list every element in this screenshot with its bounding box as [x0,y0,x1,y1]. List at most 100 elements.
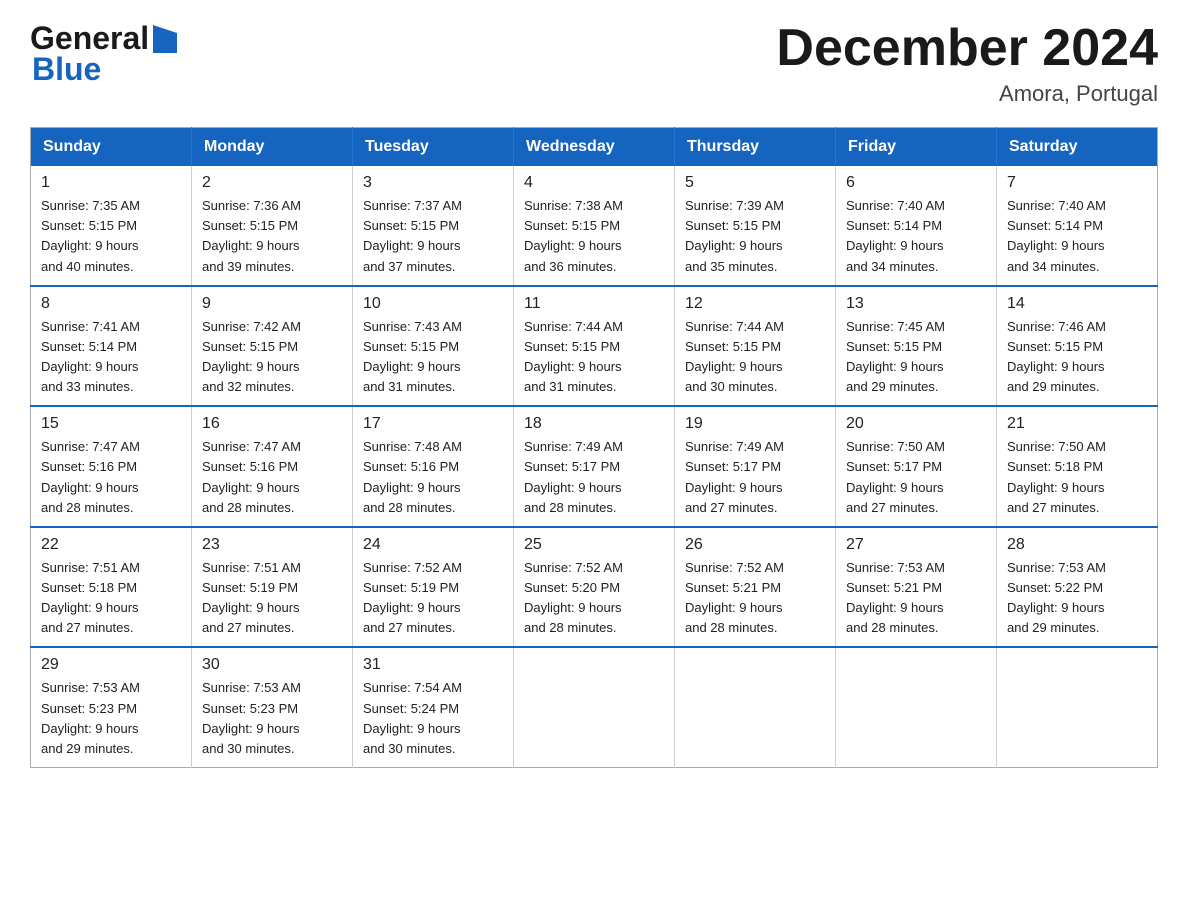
calendar-cell: 7 Sunrise: 7:40 AM Sunset: 5:14 PM Dayli… [997,166,1158,286]
calendar-cell: 5 Sunrise: 7:39 AM Sunset: 5:15 PM Dayli… [675,166,836,286]
calendar-cell: 23 Sunrise: 7:51 AM Sunset: 5:19 PM Dayl… [192,527,353,648]
calendar-cell: 26 Sunrise: 7:52 AM Sunset: 5:21 PM Dayl… [675,527,836,648]
day-number: 24 [363,536,503,554]
week-row-2: 8 Sunrise: 7:41 AM Sunset: 5:14 PM Dayli… [31,286,1158,407]
day-info: Sunrise: 7:51 AM Sunset: 5:18 PM Dayligh… [41,558,181,639]
day-number: 18 [524,415,664,433]
calendar-cell [836,647,997,767]
title-area: December 2024 Amora, Portugal [776,20,1158,107]
calendar-cell: 12 Sunrise: 7:44 AM Sunset: 5:15 PM Dayl… [675,286,836,407]
calendar-cell: 10 Sunrise: 7:43 AM Sunset: 5:15 PM Dayl… [353,286,514,407]
calendar-cell: 20 Sunrise: 7:50 AM Sunset: 5:17 PM Dayl… [836,406,997,527]
day-number: 7 [1007,174,1147,192]
calendar-cell: 17 Sunrise: 7:48 AM Sunset: 5:16 PM Dayl… [353,406,514,527]
day-number: 9 [202,295,342,313]
calendar-cell: 1 Sunrise: 7:35 AM Sunset: 5:15 PM Dayli… [31,166,192,286]
calendar-cell: 18 Sunrise: 7:49 AM Sunset: 5:17 PM Dayl… [514,406,675,527]
calendar-cell: 9 Sunrise: 7:42 AM Sunset: 5:15 PM Dayli… [192,286,353,407]
day-number: 26 [685,536,825,554]
day-number: 13 [846,295,986,313]
day-number: 10 [363,295,503,313]
day-number: 3 [363,174,503,192]
calendar-header-row: Sunday Monday Tuesday Wednesday Thursday… [31,128,1158,167]
day-info: Sunrise: 7:45 AM Sunset: 5:15 PM Dayligh… [846,317,986,398]
calendar-cell: 22 Sunrise: 7:51 AM Sunset: 5:18 PM Dayl… [31,527,192,648]
day-info: Sunrise: 7:44 AM Sunset: 5:15 PM Dayligh… [685,317,825,398]
day-info: Sunrise: 7:40 AM Sunset: 5:14 PM Dayligh… [846,196,986,277]
day-number: 2 [202,174,342,192]
day-number: 4 [524,174,664,192]
week-row-1: 1 Sunrise: 7:35 AM Sunset: 5:15 PM Dayli… [31,166,1158,286]
day-number: 25 [524,536,664,554]
day-info: Sunrise: 7:52 AM Sunset: 5:21 PM Dayligh… [685,558,825,639]
day-number: 12 [685,295,825,313]
day-number: 17 [363,415,503,433]
day-number: 16 [202,415,342,433]
month-title: December 2024 [776,20,1158,77]
day-info: Sunrise: 7:35 AM Sunset: 5:15 PM Dayligh… [41,196,181,277]
day-number: 30 [202,656,342,674]
day-info: Sunrise: 7:53 AM Sunset: 5:21 PM Dayligh… [846,558,986,639]
day-info: Sunrise: 7:46 AM Sunset: 5:15 PM Dayligh… [1007,317,1147,398]
col-thursday: Thursday [675,128,836,167]
calendar-cell: 2 Sunrise: 7:36 AM Sunset: 5:15 PM Dayli… [192,166,353,286]
calendar-cell: 27 Sunrise: 7:53 AM Sunset: 5:21 PM Dayl… [836,527,997,648]
day-info: Sunrise: 7:50 AM Sunset: 5:17 PM Dayligh… [846,437,986,518]
col-sunday: Sunday [31,128,192,167]
calendar-cell: 4 Sunrise: 7:38 AM Sunset: 5:15 PM Dayli… [514,166,675,286]
day-info: Sunrise: 7:50 AM Sunset: 5:18 PM Dayligh… [1007,437,1147,518]
col-monday: Monday [192,128,353,167]
page-header: General Blue December 2024 Amora, Portug… [30,20,1158,107]
day-number: 19 [685,415,825,433]
day-info: Sunrise: 7:49 AM Sunset: 5:17 PM Dayligh… [685,437,825,518]
day-number: 1 [41,174,181,192]
col-friday: Friday [836,128,997,167]
day-number: 5 [685,174,825,192]
day-info: Sunrise: 7:38 AM Sunset: 5:15 PM Dayligh… [524,196,664,277]
day-info: Sunrise: 7:53 AM Sunset: 5:23 PM Dayligh… [202,678,342,759]
calendar-cell: 28 Sunrise: 7:53 AM Sunset: 5:22 PM Dayl… [997,527,1158,648]
calendar-cell: 8 Sunrise: 7:41 AM Sunset: 5:14 PM Dayli… [31,286,192,407]
calendar-cell: 15 Sunrise: 7:47 AM Sunset: 5:16 PM Dayl… [31,406,192,527]
day-info: Sunrise: 7:39 AM Sunset: 5:15 PM Dayligh… [685,196,825,277]
calendar-cell: 25 Sunrise: 7:52 AM Sunset: 5:20 PM Dayl… [514,527,675,648]
calendar-cell: 31 Sunrise: 7:54 AM Sunset: 5:24 PM Dayl… [353,647,514,767]
day-info: Sunrise: 7:43 AM Sunset: 5:15 PM Dayligh… [363,317,503,398]
calendar-cell: 13 Sunrise: 7:45 AM Sunset: 5:15 PM Dayl… [836,286,997,407]
calendar-cell: 29 Sunrise: 7:53 AM Sunset: 5:23 PM Dayl… [31,647,192,767]
day-number: 31 [363,656,503,674]
day-info: Sunrise: 7:52 AM Sunset: 5:20 PM Dayligh… [524,558,664,639]
day-info: Sunrise: 7:47 AM Sunset: 5:16 PM Dayligh… [202,437,342,518]
day-number: 22 [41,536,181,554]
col-tuesday: Tuesday [353,128,514,167]
day-info: Sunrise: 7:53 AM Sunset: 5:23 PM Dayligh… [41,678,181,759]
week-row-4: 22 Sunrise: 7:51 AM Sunset: 5:18 PM Dayl… [31,527,1158,648]
day-number: 21 [1007,415,1147,433]
day-number: 23 [202,536,342,554]
day-info: Sunrise: 7:51 AM Sunset: 5:19 PM Dayligh… [202,558,342,639]
week-row-3: 15 Sunrise: 7:47 AM Sunset: 5:16 PM Dayl… [31,406,1158,527]
day-number: 28 [1007,536,1147,554]
calendar-cell [514,647,675,767]
day-info: Sunrise: 7:48 AM Sunset: 5:16 PM Dayligh… [363,437,503,518]
day-info: Sunrise: 7:37 AM Sunset: 5:15 PM Dayligh… [363,196,503,277]
calendar-cell: 3 Sunrise: 7:37 AM Sunset: 5:15 PM Dayli… [353,166,514,286]
day-info: Sunrise: 7:52 AM Sunset: 5:19 PM Dayligh… [363,558,503,639]
day-info: Sunrise: 7:53 AM Sunset: 5:22 PM Dayligh… [1007,558,1147,639]
calendar-cell: 16 Sunrise: 7:47 AM Sunset: 5:16 PM Dayl… [192,406,353,527]
day-number: 29 [41,656,181,674]
day-number: 15 [41,415,181,433]
day-info: Sunrise: 7:49 AM Sunset: 5:17 PM Dayligh… [524,437,664,518]
col-saturday: Saturday [997,128,1158,167]
day-info: Sunrise: 7:41 AM Sunset: 5:14 PM Dayligh… [41,317,181,398]
calendar-cell: 11 Sunrise: 7:44 AM Sunset: 5:15 PM Dayl… [514,286,675,407]
day-number: 11 [524,295,664,313]
day-info: Sunrise: 7:36 AM Sunset: 5:15 PM Dayligh… [202,196,342,277]
day-info: Sunrise: 7:42 AM Sunset: 5:15 PM Dayligh… [202,317,342,398]
day-info: Sunrise: 7:40 AM Sunset: 5:14 PM Dayligh… [1007,196,1147,277]
calendar-cell: 21 Sunrise: 7:50 AM Sunset: 5:18 PM Dayl… [997,406,1158,527]
day-number: 27 [846,536,986,554]
logo-flag-icon [151,25,179,55]
calendar-cell: 24 Sunrise: 7:52 AM Sunset: 5:19 PM Dayl… [353,527,514,648]
calendar-cell [675,647,836,767]
